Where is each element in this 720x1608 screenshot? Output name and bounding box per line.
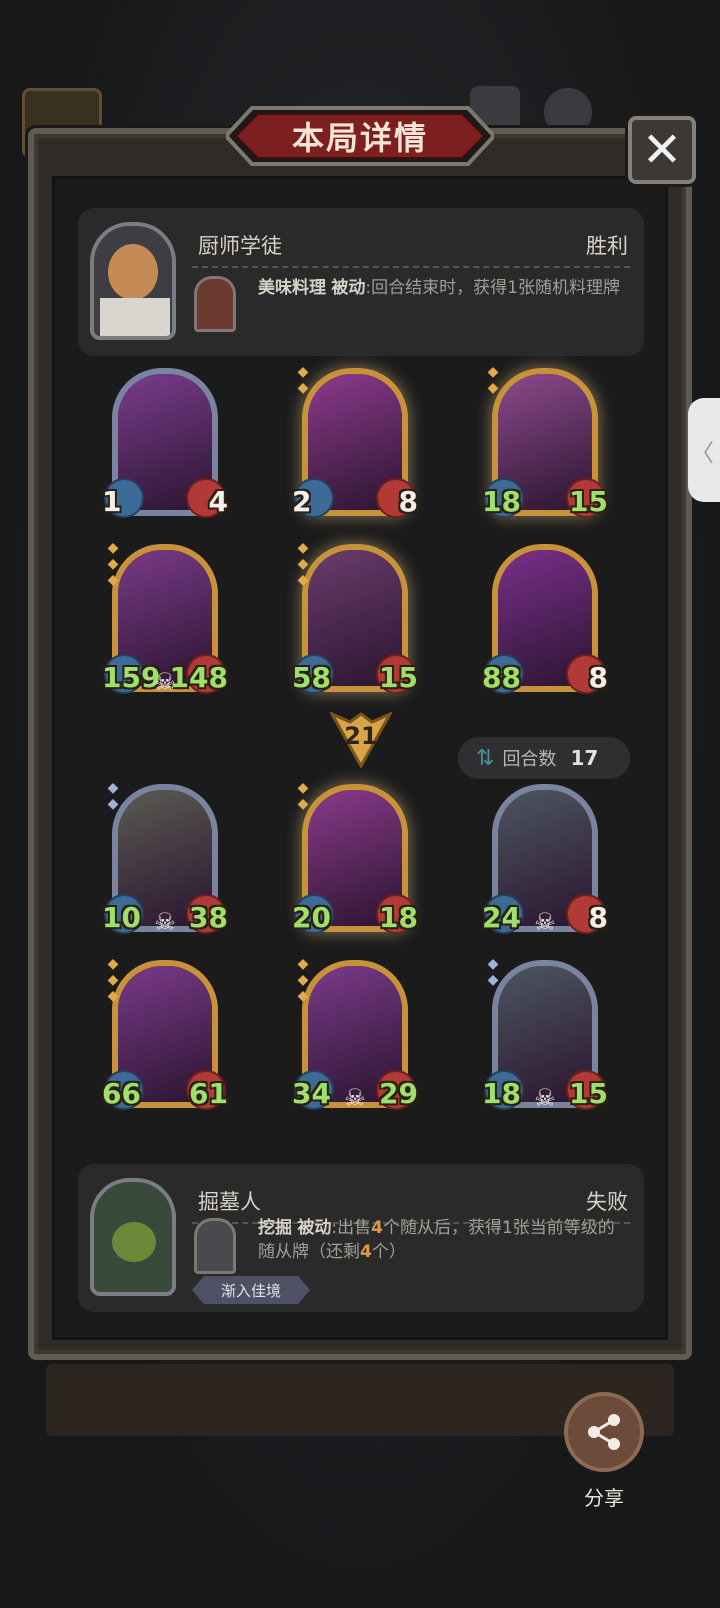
opponent-result: 失败 — [586, 1190, 628, 1214]
tier-indicator: ◆◆◆ — [295, 956, 311, 1004]
share-button[interactable] — [564, 1392, 644, 1472]
health-value: 15 — [569, 485, 608, 518]
player-hero-box: 厨师学徒 胜利 美味料理 被动:回合结束时，获得1张随机料理牌 — [78, 208, 644, 356]
attack-value: 58 — [292, 661, 331, 694]
skill-number: 4 — [371, 1218, 383, 1238]
status-badge: 渐入佳境 — [192, 1276, 310, 1304]
minion-card[interactable]: ◆◆ 18 15 ☠ — [482, 956, 608, 1116]
player-result: 胜利 — [586, 234, 628, 258]
round-icon: ⇅ — [476, 745, 495, 771]
skill-desc: :回合结束时，获得1张随机料理牌 — [365, 278, 620, 298]
health-value: 8 — [588, 901, 608, 934]
round-label: 回合数 — [502, 749, 557, 770]
health-value: 8 — [588, 661, 608, 694]
share-label: 分享 — [584, 1486, 624, 1510]
tier-indicator: ◆◆ — [295, 364, 311, 396]
skill-name: 挖掘 — [258, 1218, 292, 1238]
opponent-skill-icon — [194, 1218, 236, 1274]
page-title: 本局详情 — [291, 119, 428, 157]
minion-card[interactable]: 88 8 — [482, 540, 608, 700]
minion-card[interactable]: ◆◆ 2 8 — [292, 364, 418, 524]
skill-type: 被动 — [331, 278, 366, 298]
player-skill-icon — [194, 276, 236, 332]
attack-value: 159 — [102, 661, 161, 694]
minion-card[interactable]: 14 — [102, 364, 228, 524]
health-value: 38 — [189, 901, 228, 934]
attack-value: 20 — [292, 901, 331, 934]
tier-indicator: ◆◆ — [105, 780, 121, 812]
skill-type: 被动 — [297, 1218, 332, 1238]
opponent-hero-portrait — [90, 1178, 176, 1296]
minion-card[interactable]: ◆◆ 10 38 ☠ — [102, 780, 228, 940]
share-icon — [588, 1414, 620, 1450]
close-button[interactable]: ✕ — [628, 116, 696, 184]
skull-icon: ☠ — [344, 1084, 366, 1112]
damage-value: 21 — [344, 722, 378, 750]
round-value: 17 — [570, 746, 599, 770]
attack-value: 66 — [102, 1077, 141, 1110]
health-value: 18 — [379, 901, 418, 934]
tier-indicator: ◆◆◆ — [105, 540, 121, 588]
attack-value: 1 — [102, 485, 122, 518]
minion-card[interactable]: ◆◆ 18 15 — [482, 364, 608, 524]
opponent-hero-box: 掘墓人 失败 挖掘 被动:出售4个随从后，获得1张当前等级的随从牌（还剩4个） … — [78, 1164, 644, 1312]
divider — [192, 266, 630, 268]
minion-card[interactable]: ◆◆◆ 58 15 — [292, 540, 418, 700]
player-hero-name: 厨师学徒 — [198, 234, 282, 258]
skill-number: 4 — [360, 1242, 372, 1262]
damage-arrow: 21 — [330, 712, 392, 768]
health-value: 15 — [569, 1077, 608, 1110]
attack-value: 2 — [292, 485, 312, 518]
side-drawer-tab[interactable]: 〈 — [688, 398, 720, 502]
skull-icon: ☠ — [534, 1084, 556, 1112]
health-value: 148 — [169, 661, 228, 694]
skill-name: 美味料理 — [258, 278, 326, 298]
skull-icon: ☠ — [534, 908, 556, 936]
minion-card[interactable]: ◆◆ 20 18 — [292, 780, 418, 940]
health-value: 8 — [398, 485, 418, 518]
minion-card[interactable]: ◆◆◆ 34 29 ☠ — [292, 956, 418, 1116]
tier-indicator: ◆◆◆ — [105, 956, 121, 1004]
player-skill-description: 美味料理 被动:回合结束时，获得1张随机料理牌 — [258, 276, 628, 300]
title-banner: 本局详情 — [226, 104, 494, 168]
opponent-skill-description: 挖掘 被动:出售4个随从后，获得1张当前等级的随从牌（还剩4个） — [258, 1216, 628, 1264]
health-value: 4 — [208, 485, 228, 518]
health-value: 15 — [379, 661, 418, 694]
minion-card[interactable]: ◆◆◆ 159 148 ☠ — [102, 540, 228, 700]
attack-value: 18 — [482, 485, 521, 518]
minion-card[interactable]: 24 8 ☠ — [482, 780, 608, 940]
attack-value: 10 — [102, 901, 141, 934]
tier-indicator: ◆◆ — [485, 364, 501, 396]
health-value: 61 — [189, 1077, 228, 1110]
attack-value: 88 — [482, 661, 521, 694]
skill-desc: 个） — [371, 1242, 406, 1262]
tier-indicator: ◆◆◆ — [295, 540, 311, 588]
attack-value: 34 — [292, 1077, 331, 1110]
health-value: 29 — [379, 1077, 418, 1110]
attack-value: 18 — [482, 1077, 521, 1110]
skill-desc: :出售 — [331, 1218, 372, 1238]
player-hero-portrait — [90, 222, 176, 340]
tier-indicator: ◆◆ — [295, 780, 311, 812]
opponent-hero-name: 掘墓人 — [198, 1190, 261, 1214]
tier-indicator: ◆◆ — [485, 956, 501, 988]
attack-value: 24 — [482, 901, 521, 934]
skull-icon: ☠ — [154, 908, 176, 936]
round-counter: ⇅ 回合数 17 — [458, 737, 630, 779]
skull-icon: ☠ — [154, 668, 176, 696]
minion-card[interactable]: ◆◆◆ 66 61 — [102, 956, 228, 1116]
